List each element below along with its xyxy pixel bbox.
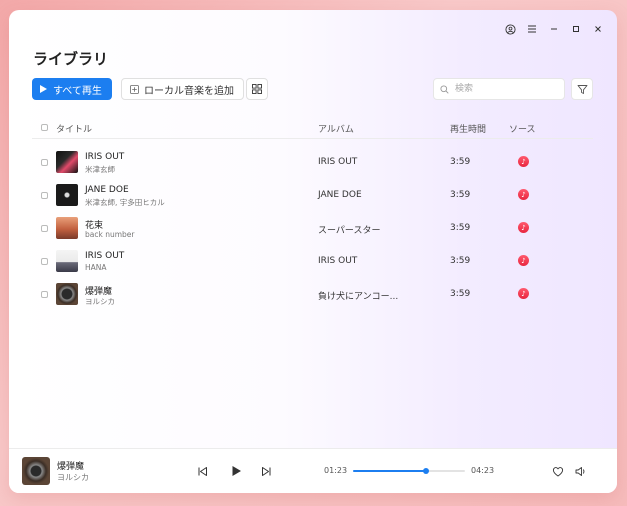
volume-button[interactable] [574,464,588,478]
column-title[interactable]: タイトル [56,122,92,135]
track-artist: 米津玄師, 宇多田ヒカル [85,198,165,207]
album-art [56,250,78,272]
grid-view-button[interactable] [246,78,268,100]
skip-next-icon [261,466,270,476]
apple-music-icon: ♪ [518,288,529,299]
play-all-button[interactable]: すべて再生 [32,78,112,100]
progress-fill [353,470,426,472]
skip-previous-icon [198,466,207,476]
total-time: 04:23 [471,466,495,475]
add-icon [130,84,139,94]
table-header: タイトル アルバム 再生時間 ソース [32,118,593,139]
track-album: JANE DOE [318,190,362,200]
album-art [56,184,78,206]
row-checkbox[interactable] [41,159,48,166]
favorite-button[interactable] [551,464,565,478]
play-icon [40,85,47,93]
track-album: スーパースター [318,226,381,236]
row-checkbox[interactable] [41,225,48,232]
track-duration: 3:59 [450,223,471,233]
table-row[interactable]: IRIS OUT 米津玄師 IRIS OUT 3:59 ♪ [32,148,593,178]
row-checkbox[interactable] [41,258,48,265]
play-button[interactable] [229,464,243,478]
progress-knob[interactable] [422,468,429,474]
now-playing-artist: ヨルシカ [57,473,89,482]
add-local-music-label: ローカル音楽を追加 [144,85,234,97]
menu-icon[interactable] [525,22,539,36]
filter-icon [577,84,587,94]
track-album: IRIS OUT [318,256,358,266]
track-duration: 3:59 [450,157,471,167]
play-icon [232,466,241,476]
minimize-icon[interactable] [547,22,561,36]
current-time: 01:23 [324,466,348,475]
apple-music-icon: ♪ [518,222,529,233]
track-album: IRIS OUT [318,157,358,167]
row-checkbox[interactable] [41,192,48,199]
track-artist: ヨルシカ [85,297,115,306]
app-window: ライブラリ すべて再生 ローカル音楽を追加 タイトル アルバム 再生時間 ソース [9,10,617,493]
apple-music-icon: ♪ [518,255,529,266]
track-album: 負け犬にアンコー... [318,292,399,302]
progress-bar[interactable] [353,468,465,474]
apple-music-icon: ♪ [518,189,529,200]
select-all-checkbox[interactable] [41,124,48,131]
track-title: JANE DOE [85,185,129,195]
search-icon [440,84,449,94]
page-title: ライブラリ [33,50,109,68]
grid-icon [252,84,262,94]
table-row[interactable]: 花束 back number スーパースター 3:59 ♪ [32,214,593,244]
maximize-icon[interactable] [569,22,583,36]
previous-button[interactable] [195,464,209,478]
column-source[interactable]: ソース [509,122,536,135]
add-local-music-button[interactable]: ローカル音楽を追加 [121,78,244,100]
apple-music-icon: ♪ [518,156,529,167]
track-artist: HANA [85,263,107,272]
track-title: IRIS OUT [85,251,125,261]
row-checkbox[interactable] [41,291,48,298]
search-input[interactable] [453,83,557,95]
account-icon[interactable] [503,22,517,36]
play-all-label: すべて再生 [53,85,102,97]
column-album[interactable]: アルバム [318,122,354,135]
heart-icon [552,466,564,477]
close-icon[interactable] [591,22,605,36]
volume-icon [575,466,585,476]
album-art [56,217,78,239]
next-button[interactable] [259,464,273,478]
track-title: IRIS OUT [85,152,125,162]
track-duration: 3:59 [450,190,471,200]
player-bar: 爆弾魔 ヨルシカ 01:23 04:23 [9,448,617,493]
album-art [56,283,78,305]
now-playing-art [22,457,50,485]
table-row[interactable]: 爆弾魔 ヨルシカ 負け犬にアンコー... 3:59 ♪ [32,280,593,310]
now-playing-title: 爆弾魔 [57,462,85,472]
table-row[interactable]: IRIS OUT HANA IRIS OUT 3:59 ♪ [32,247,593,277]
toolbar: すべて再生 ローカル音楽を追加 [32,78,593,100]
track-duration: 3:59 [450,256,471,266]
track-artist: 米津玄師 [85,165,115,174]
track-duration: 3:59 [450,289,471,299]
track-artist: back number [85,230,135,239]
search-box [433,78,565,100]
filter-button[interactable] [571,78,593,100]
window-controls [503,22,605,36]
table-row[interactable]: JANE DOE 米津玄師, 宇多田ヒカル JANE DOE 3:59 ♪ [32,181,593,211]
album-art [56,151,78,173]
column-duration[interactable]: 再生時間 [450,122,486,135]
